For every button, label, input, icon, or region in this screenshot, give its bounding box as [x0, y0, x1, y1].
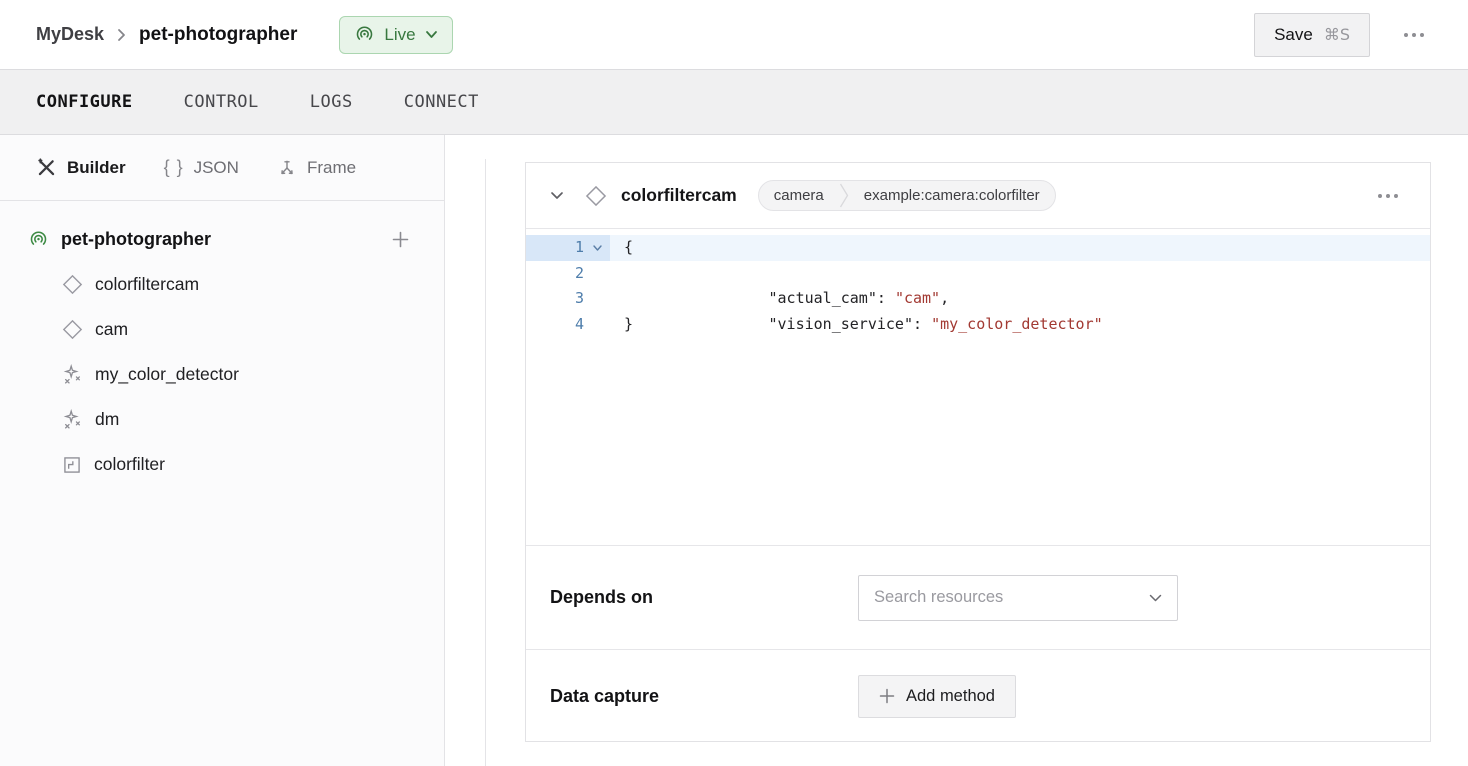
add-method-button[interactable]: Add method [858, 675, 1016, 718]
code-line[interactable]: 4 } [526, 312, 1430, 338]
tools-icon [36, 157, 57, 178]
view-frame-label: Frame [307, 158, 356, 178]
tree-root-machine[interactable]: pet-photographer [0, 217, 444, 262]
tree-item-label: my_color_detector [95, 364, 239, 385]
json-attributes-editor[interactable]: 1 { 2 "actual_cam": "cam", 3 [526, 229, 1430, 545]
resource-card-header: colorfiltercam camera example:camera:col… [526, 163, 1430, 229]
tab-connect[interactable]: CONNECT [404, 92, 479, 112]
view-json-label: JSON [194, 158, 239, 178]
breadcrumb-chevron-icon [116, 27, 127, 43]
tree-item-label: colorfiltercam [95, 274, 199, 295]
depends-on-label: Depends on [550, 587, 858, 608]
code-text: } [624, 315, 633, 333]
app-header: MyDesk pet-photographer Live Save ⌘S [0, 0, 1468, 69]
data-capture-label: Data capture [550, 686, 858, 707]
code-line[interactable]: 2 "actual_cam": "cam", [526, 261, 1430, 287]
tree-item-colorfiltercam[interactable]: colorfiltercam [0, 262, 444, 307]
tree-item-label: cam [95, 319, 128, 340]
save-button[interactable]: Save ⌘S [1254, 13, 1370, 57]
view-frame[interactable]: Frame [277, 158, 356, 178]
config-sidebar: Builder { } JSON Frame [0, 135, 445, 766]
tree-item-label: colorfilter [94, 454, 165, 475]
line-number: 1 [526, 235, 584, 261]
resource-card-colorfiltercam: colorfiltercam camera example:camera:col… [525, 162, 1431, 742]
breadcrumb-org[interactable]: MyDesk [36, 24, 104, 45]
live-status-dropdown[interactable]: Live [339, 16, 452, 54]
view-builder-label: Builder [67, 158, 126, 178]
code-line[interactable]: 1 { [526, 235, 1430, 261]
depends-on-section: Depends on Search resources [526, 545, 1430, 650]
add-resource-button[interactable] [391, 230, 410, 249]
tab-configure[interactable]: CONFIGURE [36, 92, 133, 112]
depends-on-select[interactable]: Search resources [858, 575, 1178, 621]
resource-tree: pet-photographer colorfiltercam cam [0, 201, 444, 487]
tab-bar: CONFIGURE CONTROL LOGS CONNECT [0, 69, 1468, 135]
add-method-label: Add method [906, 687, 995, 706]
tab-control[interactable]: CONTROL [184, 92, 259, 112]
code-line[interactable]: 3 "vision_service": "my_color_detector" [526, 286, 1430, 312]
main-content: colorfiltercam camera example:camera:col… [445, 135, 1468, 766]
collapse-chevron-icon[interactable] [550, 191, 564, 200]
camera-component-icon [62, 274, 83, 295]
broadcast-icon [28, 229, 49, 250]
depends-on-placeholder: Search resources [874, 588, 1003, 607]
badge-chevron-icon [839, 181, 849, 210]
line-number: 3 [526, 286, 584, 312]
fold-chevron-icon[interactable] [584, 235, 610, 261]
tree-root-label: pet-photographer [61, 229, 211, 250]
save-button-label: Save [1274, 25, 1313, 45]
line-number: 2 [526, 261, 584, 287]
view-json[interactable]: { } JSON [164, 157, 239, 178]
content-divider [485, 159, 486, 766]
service-icon [62, 364, 83, 385]
header-overflow-menu-button[interactable] [1396, 25, 1432, 45]
save-shortcut: ⌘S [1324, 25, 1350, 44]
module-icon [62, 455, 82, 475]
plus-icon [879, 688, 895, 704]
braces-icon: { } [164, 157, 184, 178]
resource-type-badge: camera example:camera:colorfilter [758, 180, 1056, 211]
line-number: 4 [526, 312, 584, 338]
tree-item-cam[interactable]: cam [0, 307, 444, 352]
card-overflow-menu-button[interactable] [1370, 186, 1406, 206]
camera-component-icon [585, 185, 607, 207]
chevron-down-icon [1149, 594, 1162, 602]
tree-item-dm[interactable]: dm [0, 397, 444, 442]
resource-type: camera [759, 187, 839, 204]
tree-item-label: dm [95, 409, 119, 430]
chevron-down-icon [425, 30, 438, 39]
broadcast-icon [354, 24, 375, 45]
resource-model: example:camera:colorfilter [849, 187, 1055, 204]
tab-logs[interactable]: LOGS [310, 92, 353, 112]
view-builder[interactable]: Builder [36, 157, 126, 178]
tree-item-colorfilter[interactable]: colorfilter [0, 442, 444, 487]
service-icon [62, 409, 83, 430]
tree-item-my-color-detector[interactable]: my_color_detector [0, 352, 444, 397]
data-capture-section: Data capture Add method [526, 650, 1430, 742]
live-badge-label: Live [384, 25, 415, 45]
breadcrumb-machine: pet-photographer [139, 24, 297, 46]
camera-component-icon [62, 319, 83, 340]
view-switcher: Builder { } JSON Frame [0, 135, 444, 201]
code-text: { [624, 238, 633, 256]
resource-title: colorfiltercam [621, 185, 737, 206]
frame-icon [277, 158, 297, 178]
